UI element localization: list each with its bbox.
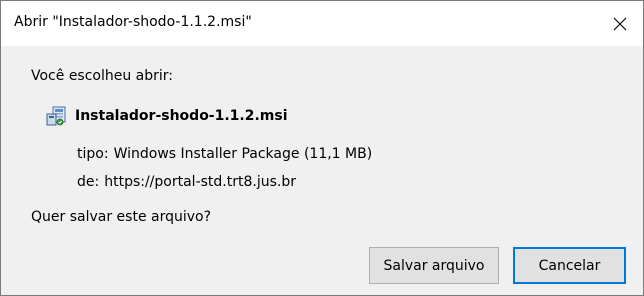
file-source-label: de: [77,174,100,190]
file-type-value: Windows Installer Package (11,1 MB) [113,146,373,162]
close-icon [613,17,627,31]
msi-installer-icon [45,105,67,127]
window-title: Abrir "Instalador-shodo-1.1.2.msi" [14,14,252,30]
file-source-value: https://portal-std.trt8.jus.br [104,174,296,190]
intro-text: Você escolheu abrir: [31,68,174,84]
file-name: Instalador-shodo-1.1.2.msi [75,108,288,124]
file-row: Instalador-shodo-1.1.2.msi [45,105,288,127]
close-button[interactable] [597,1,643,46]
save-question: Quer salvar este arquivo? [31,209,212,225]
cancel-button[interactable]: Cancelar [513,247,626,284]
title-bar: Abrir "Instalador-shodo-1.1.2.msi" [1,1,643,46]
dialog-body: Você escolheu abrir: Instalador-shodo-1.… [1,46,643,295]
file-type-row: tipo: Windows Installer Package (11,1 MB) [77,146,372,162]
file-source-row: de: https://portal-std.trt8.jus.br [77,174,296,190]
save-file-button[interactable]: Salvar arquivo [369,247,499,284]
open-file-dialog: Abrir "Instalador-shodo-1.1.2.msi" Você … [0,0,644,296]
file-type-label: tipo: [77,146,109,162]
